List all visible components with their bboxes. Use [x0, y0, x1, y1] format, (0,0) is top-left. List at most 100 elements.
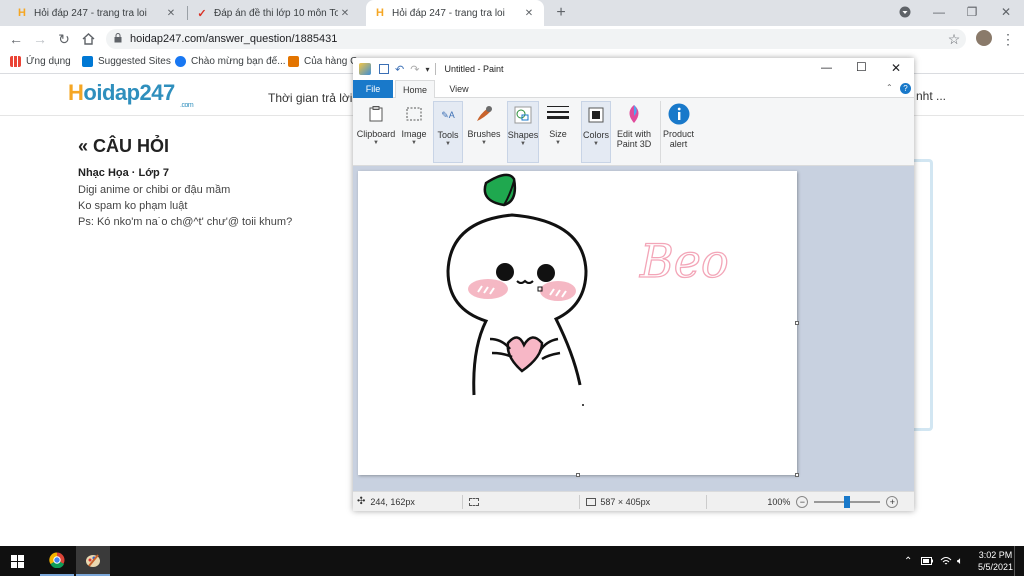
paint-tab-file[interactable]: File [353, 80, 393, 98]
paint-canvas[interactable]: Beo [358, 171, 799, 477]
hoidap-favicon-icon: H [18, 7, 26, 19]
tab-title: Hỏi đáp 247 - trang tra loi [34, 7, 147, 19]
quick-access-dropdown-icon[interactable]: ▾ [425, 65, 429, 74]
tools-group[interactable]: ✎A Tools ▼ [433, 101, 463, 163]
zoom-percent: 100% [767, 496, 791, 507]
redo-icon[interactable]: ↷ [410, 63, 419, 76]
new-tab-button[interactable]: + [552, 4, 570, 22]
info-icon [668, 103, 690, 125]
paint-tab-home[interactable]: Home [395, 80, 435, 98]
question-panel: « CÂU HỎI Nhạc Họa · Lớp 7 Digi anime or… [78, 136, 348, 230]
paint-taskbar-icon[interactable] [76, 546, 110, 576]
volume-muted-icon[interactable]: 🔈︎ [957, 546, 963, 576]
zoom-slider-thumb[interactable] [844, 495, 851, 508]
battery-icon[interactable] [921, 546, 933, 576]
right-eye [537, 264, 555, 282]
menu-dots-icon[interactable]: ⋮ [998, 30, 1018, 48]
store-icon [288, 56, 299, 67]
paint-tab-view[interactable]: View [441, 80, 477, 98]
lock-icon [114, 32, 122, 46]
canvas-size-icon [586, 497, 597, 506]
tools-icon: ✎A [441, 109, 455, 120]
resize-handle-bottom[interactable] [576, 473, 580, 477]
paint-statusbar: ✣ 244, 162px 587 × 405px 100% − + [353, 491, 914, 511]
zoom-slider[interactable] [814, 495, 881, 508]
profile-avatar[interactable] [976, 30, 992, 46]
forward-icon[interactable]: → [30, 30, 50, 48]
bookmark-star-icon[interactable]: ☆ [944, 30, 964, 48]
question-line: Ps: Kó nko'm na˙o ch@^t' chư'@ toii khum… [78, 216, 293, 228]
colors-icon [585, 104, 607, 126]
paint-app-icon [359, 63, 371, 75]
paint-minimize-icon[interactable]: — [821, 62, 832, 74]
profile-menu-icon[interactable] [888, 0, 922, 24]
drawing: Beo [446, 173, 729, 406]
paint-close-icon[interactable]: ✕ [891, 61, 901, 75]
close-tab-icon[interactable]: ✕ [522, 8, 536, 19]
help-icon[interactable]: ? [900, 83, 911, 94]
close-window-icon[interactable]: ✕ [989, 0, 1023, 24]
chrome-taskbar-icon[interactable] [40, 546, 74, 576]
browser-tab-1[interactable]: H Hỏi đáp 247 - trang tra loi ✕ [8, 0, 186, 26]
hoidap-favicon-icon: H [376, 7, 384, 19]
right-blush [540, 281, 576, 301]
bookmark-suggested-sites[interactable]: Suggested Sites [82, 56, 171, 67]
shapes-group[interactable]: Shapes ▼ [507, 101, 539, 163]
home-icon[interactable] [78, 30, 98, 48]
clock[interactable]: 3:02 PM 5/5/2021 [978, 546, 1013, 576]
paint3d-group[interactable]: Edit with Paint 3D [615, 101, 653, 163]
left-eye [496, 263, 514, 281]
paint-title: Untitled - Paint [444, 64, 504, 74]
beo-text: Beo [639, 234, 729, 288]
size-group[interactable]: Size ▼ [543, 101, 573, 163]
facebook-icon [175, 56, 186, 67]
nav-answer-time[interactable]: Thời gian trả lời [268, 91, 352, 105]
show-hidden-icons[interactable]: ⌃ [904, 546, 912, 576]
close-tab-icon[interactable]: ✕ [338, 8, 352, 19]
heart-icon [506, 336, 544, 373]
question-line: Ko spam ko phạm luật [78, 200, 188, 212]
collapse-ribbon-icon[interactable]: ⌃ [886, 83, 893, 92]
back-icon[interactable]: ← [6, 30, 26, 48]
address-bar[interactable]: hoidap247.com/answer_question/1885431 [106, 29, 966, 49]
wifi-icon[interactable] [940, 546, 952, 576]
undo-icon[interactable]: ↶ [395, 63, 404, 76]
windows-taskbar: ⌃ 🔈︎ 3:02 PM 5/5/2021 [0, 546, 1024, 576]
paint-maximize-icon[interactable]: ☐ [856, 60, 867, 74]
clipboard-icon [365, 103, 387, 125]
question-subject[interactable]: Nhạc Họa · Lớp 7 [78, 167, 348, 179]
colors-group[interactable]: Colors ▼ [581, 101, 611, 163]
tab-title: Hỏi đáp 247 - trang tra loi [392, 7, 505, 19]
browser-tab-2[interactable]: ✓ Đáp án đề thi lớp 10 môn Toán n ✕ [188, 0, 360, 26]
zoom-in-icon[interactable]: + [886, 495, 899, 508]
clipboard-group[interactable]: Clipboard ▼ [356, 101, 396, 163]
cursor-position: 244, 162px [370, 496, 415, 507]
mouth [516, 279, 534, 284]
bookmark-store[interactable]: Của hàng C [288, 56, 357, 67]
apps-grid-icon [10, 56, 21, 67]
minimize-icon[interactable]: — [922, 0, 956, 24]
browser-tab-3-active[interactable]: H Hỏi đáp 247 - trang tra loi ✕ [366, 0, 544, 26]
close-tab-icon[interactable]: ✕ [164, 8, 178, 19]
question-heading: « CÂU HỎI [78, 136, 170, 156]
brushes-group[interactable]: Brushes ▼ [466, 101, 502, 163]
question-line: Digi anime or chibi or đậu mầm [78, 184, 231, 196]
reload-icon[interactable]: ↻ [54, 30, 74, 48]
bookmark-facebook[interactable]: Chào mừng bạn đế... [175, 56, 286, 67]
restore-icon[interactable]: ❐ [955, 0, 989, 24]
show-desktop-button[interactable] [1014, 546, 1024, 576]
resize-handle-right[interactable] [795, 321, 799, 325]
image-group[interactable]: Image ▼ [398, 101, 430, 163]
hoidap247-logo[interactable]: Hoidap247 .com [68, 80, 194, 109]
nav-right-link[interactable]: nht ... [916, 89, 946, 103]
resize-handle-corner[interactable] [795, 473, 799, 477]
paint-workarea: Beo [353, 166, 914, 491]
windows-start-icon[interactable] [11, 555, 24, 571]
shapes-icon [512, 104, 534, 126]
zoom-out-icon[interactable]: − [796, 495, 809, 508]
browser-tab-bar: H Hỏi đáp 247 - trang tra loi ✕ ✓ Đáp án… [0, 0, 1024, 26]
save-icon[interactable] [379, 64, 389, 74]
bing-icon [82, 56, 93, 67]
product-alert-group[interactable]: Product alert [660, 101, 696, 163]
bookmark-apps[interactable]: Ứng dụng [10, 56, 71, 67]
